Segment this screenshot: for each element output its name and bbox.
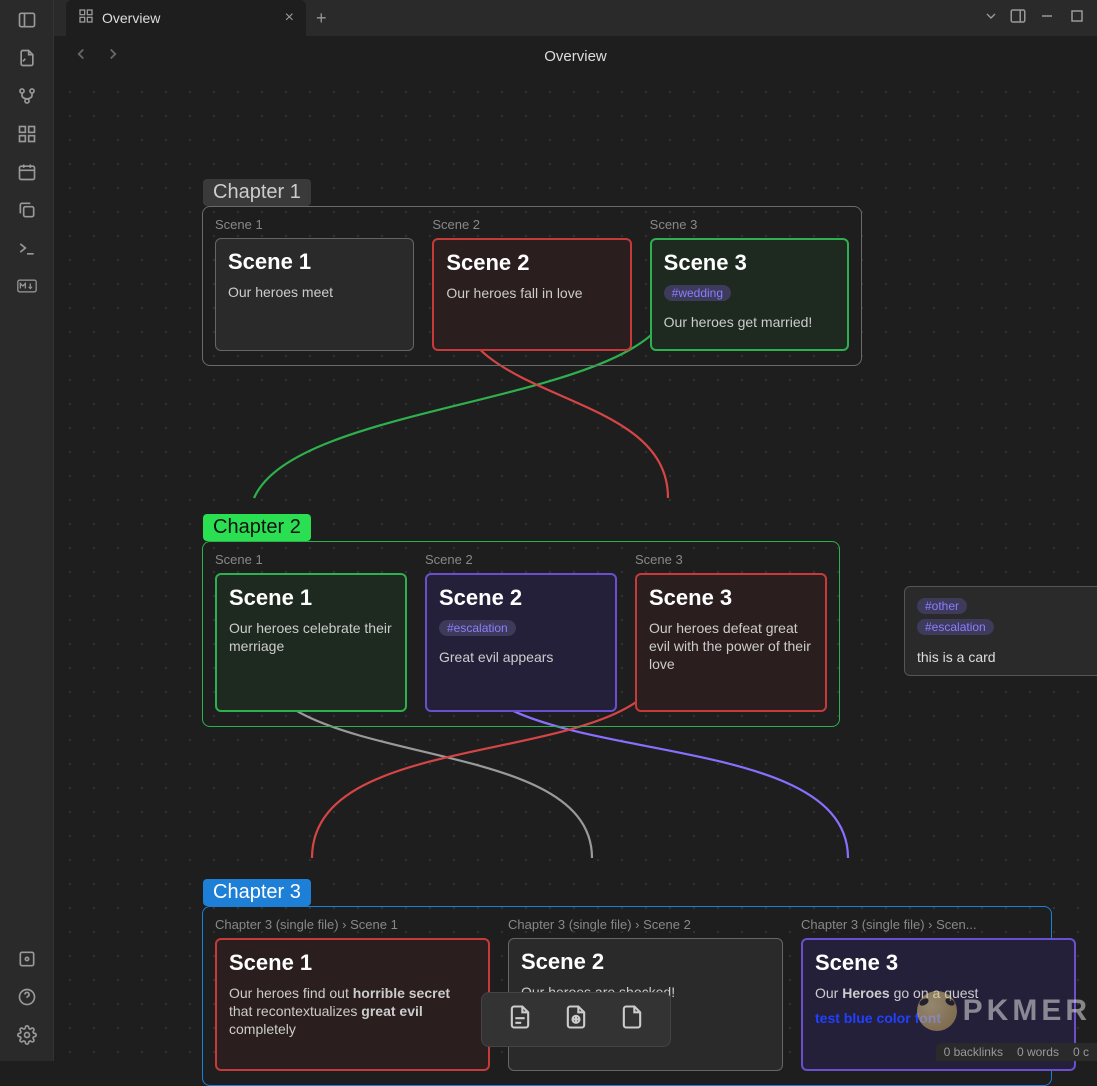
chevron-down-icon[interactable] — [983, 8, 999, 29]
scene-title: Scene 1 — [229, 585, 393, 611]
tag[interactable]: #escalation — [917, 619, 994, 635]
layout-icon — [78, 8, 94, 29]
tab-label: Overview — [102, 10, 160, 26]
scene-card[interactable]: Scene 2 Our heroes fall in love — [432, 238, 631, 351]
nav-bar: Overview — [54, 36, 1097, 76]
scene-body: Our heroes get married! — [664, 313, 835, 331]
chapter-1-group[interactable]: Chapter 1 Scene 1 Scene 1 Our heroes mee… — [202, 206, 862, 366]
sidebar-toggle-icon[interactable] — [15, 8, 39, 32]
slot-label: Chapter 3 (single file) › Scene 1 — [215, 917, 490, 932]
scene-body: Great evil appears — [439, 648, 603, 666]
scene-card[interactable]: Scene 1 Our heroes meet — [215, 238, 414, 351]
file-icon[interactable] — [15, 46, 39, 70]
chapter-2-header[interactable]: Chapter 2 — [203, 514, 311, 541]
chapter-2-group[interactable]: Chapter 2 Scene 1 Scene 1 Our heroes cel… — [202, 541, 840, 727]
text-note-icon[interactable] — [506, 1003, 534, 1036]
tag[interactable]: #other — [917, 598, 967, 614]
scene-title: Scene 3 — [649, 585, 813, 611]
scene-title: Scene 1 — [228, 249, 401, 275]
status-chars[interactable]: 0 c — [1073, 1045, 1089, 1059]
tab-overview[interactable]: Overview × — [66, 0, 306, 36]
logo-icon — [917, 991, 957, 1031]
blank-note-icon[interactable] — [618, 1003, 646, 1036]
status-words[interactable]: 0 words — [1017, 1045, 1059, 1059]
terminal-icon[interactable] — [15, 236, 39, 260]
vault-icon[interactable] — [15, 947, 39, 971]
settings-icon[interactable] — [15, 1023, 39, 1047]
tag[interactable]: #escalation — [439, 620, 516, 636]
markdown-icon[interactable] — [15, 274, 39, 298]
help-icon[interactable] — [15, 985, 39, 1009]
forward-icon[interactable] — [104, 45, 122, 68]
right-sidebar-toggle-icon[interactable] — [1009, 7, 1027, 30]
scene-card[interactable]: Scene 2 #escalation Great evil appears — [425, 573, 617, 712]
canvas[interactable]: Chapter 1 Scene 1 Scene 1 Our heroes mee… — [54, 76, 1097, 1061]
git-icon[interactable] — [15, 84, 39, 108]
scene-title: Scene 1 — [229, 950, 476, 976]
scene-body: Our heroes find out horrible secret that… — [229, 984, 476, 1039]
page-title: Overview — [544, 48, 607, 65]
new-tab-icon[interactable]: + — [316, 8, 327, 29]
main-area: Overview × + — [54, 0, 1097, 1061]
scene-title: Scene 3 — [664, 250, 835, 276]
scene-body: Our heroes meet — [228, 283, 401, 301]
card-body: this is a card — [917, 649, 1097, 665]
slot-label: Chapter 3 (single file) › Scene 2 — [508, 917, 783, 932]
embed-note-icon[interactable] — [562, 1003, 590, 1036]
slot-label: Scene 2 — [425, 552, 617, 567]
maximize-icon[interactable] — [1067, 9, 1087, 27]
scene-body: Our heroes defeat great evil with the po… — [649, 619, 813, 674]
copy-icon[interactable] — [15, 198, 39, 222]
close-icon[interactable]: × — [285, 9, 294, 27]
watermark: PKMER — [917, 991, 1091, 1031]
scene-card[interactable]: Scene 1 Our heroes celebrate their merri… — [215, 573, 407, 712]
scene-body: Our heroes celebrate their merriage — [229, 619, 393, 655]
status-backlinks[interactable]: 0 backlinks — [944, 1045, 1003, 1059]
slot-label: Scene 1 — [215, 552, 407, 567]
minimize-icon[interactable] — [1037, 9, 1057, 27]
back-icon[interactable] — [72, 45, 90, 68]
titlebar: Overview × + — [54, 0, 1097, 36]
chapter-1-header[interactable]: Chapter 1 — [203, 179, 311, 206]
status-bar: 0 backlinks 0 words 0 c — [936, 1043, 1097, 1061]
watermark-text: PKMER — [963, 994, 1091, 1028]
slot-label: Chapter 3 (single file) › Scen... — [801, 917, 1076, 932]
canvas-toolbar — [481, 992, 671, 1047]
left-ribbon — [0, 0, 54, 1061]
calendar-icon[interactable] — [15, 160, 39, 184]
scene-card[interactable]: Scene 1 Our heroes find out horrible sec… — [215, 938, 490, 1071]
scene-title: Scene 2 — [521, 949, 770, 975]
slot-label: Scene 3 — [635, 552, 827, 567]
grid-icon[interactable] — [15, 122, 39, 146]
scene-card[interactable]: Scene 3 #wedding Our heroes get married! — [650, 238, 849, 351]
slot-label: Scene 2 — [432, 217, 631, 232]
scene-body: Our heroes fall in love — [446, 284, 617, 302]
scene-title: Scene 2 — [439, 585, 603, 611]
slot-label: Scene 1 — [215, 217, 414, 232]
scene-card[interactable]: Scene 3 Our heroes defeat great evil wit… — [635, 573, 827, 712]
tag[interactable]: #wedding — [664, 285, 731, 301]
standalone-card[interactable]: #other #escalation this is a card — [904, 586, 1097, 676]
chapter-3-header[interactable]: Chapter 3 — [203, 879, 311, 906]
slot-label: Scene 3 — [650, 217, 849, 232]
scene-title: Scene 3 — [815, 950, 1062, 976]
scene-title: Scene 2 — [446, 250, 617, 276]
